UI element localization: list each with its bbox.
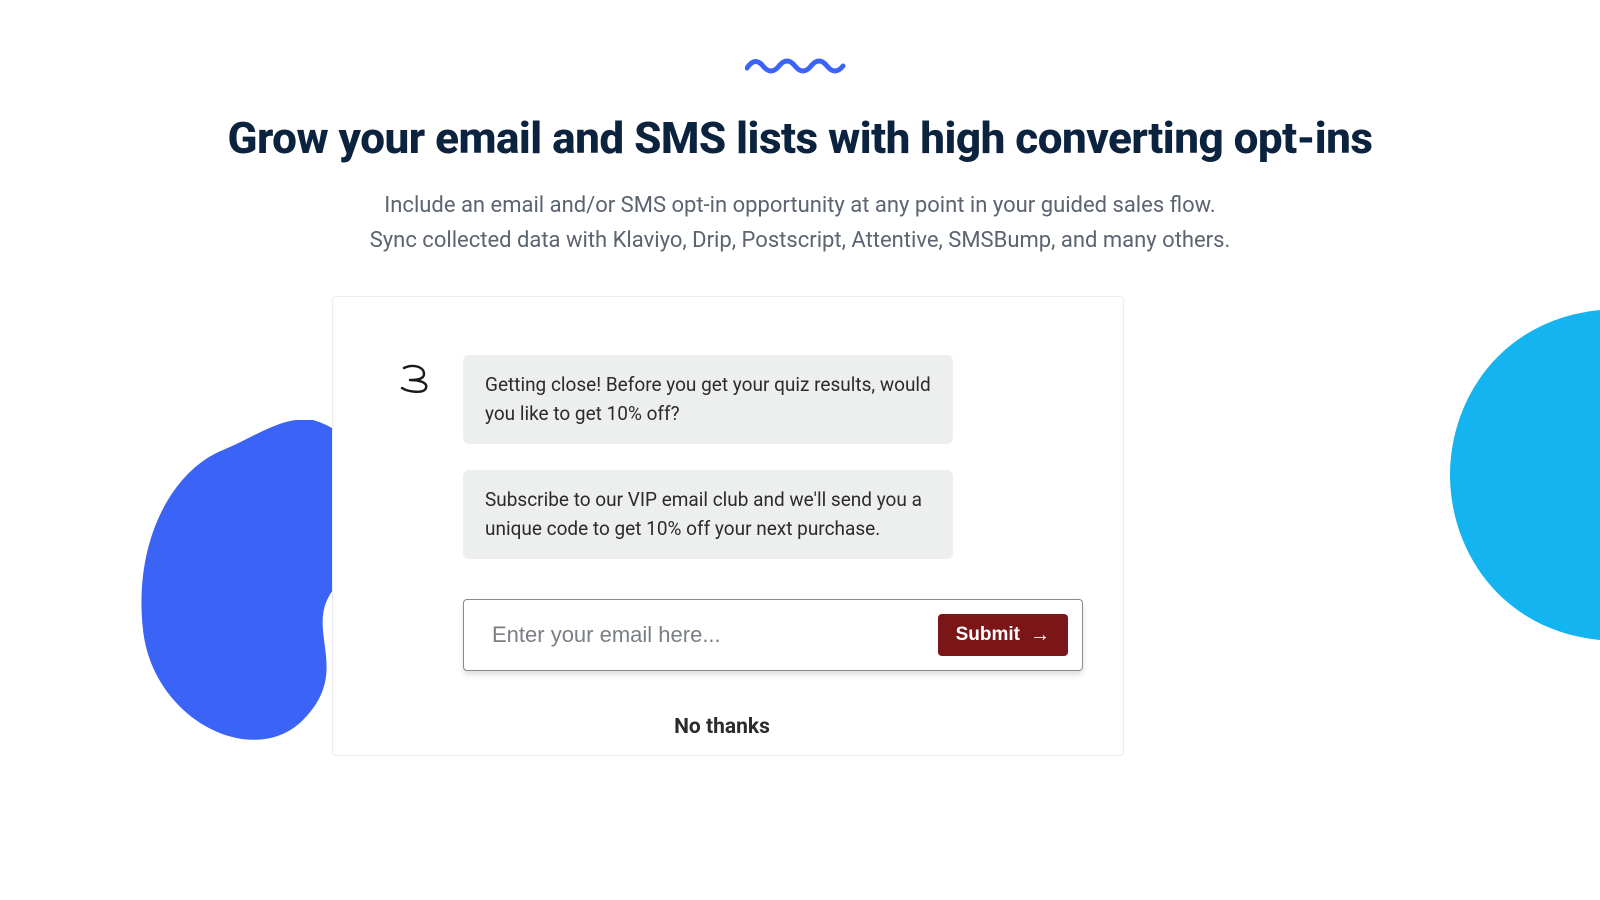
chat-row-2: Subscribe to our VIP email club and we'l… (463, 470, 1049, 559)
submit-button[interactable]: Submit → (938, 614, 1068, 656)
decline-link[interactable]: No thanks (395, 715, 1049, 739)
page-headline: Grow your email and SMS lists with high … (0, 112, 1600, 164)
subtext-line-1: Include an email and/or SMS opt-in oppor… (0, 188, 1600, 223)
chat-row-1: Getting close! Before you get your quiz … (395, 355, 1049, 444)
subtext-line-2: Sync collected data with Klaviyo, Drip, … (0, 223, 1600, 258)
chat-bubble-2: Subscribe to our VIP email club and we'l… (463, 470, 953, 559)
page-subtext: Include an email and/or SMS opt-in oppor… (0, 188, 1600, 258)
email-input-row: Submit → (463, 599, 1083, 671)
arrow-right-icon: → (1030, 625, 1050, 645)
chat-bubble-1: Getting close! Before you get your quiz … (463, 355, 953, 444)
submit-button-label: Submit (956, 624, 1020, 646)
email-input[interactable] (492, 622, 938, 648)
page: Grow your email and SMS lists with high … (0, 0, 1600, 900)
brand-avatar-icon (395, 359, 435, 399)
squiggle-icon (745, 54, 855, 74)
blob-right-decoration (1450, 310, 1600, 640)
optin-card: Getting close! Before you get your quiz … (332, 296, 1124, 756)
